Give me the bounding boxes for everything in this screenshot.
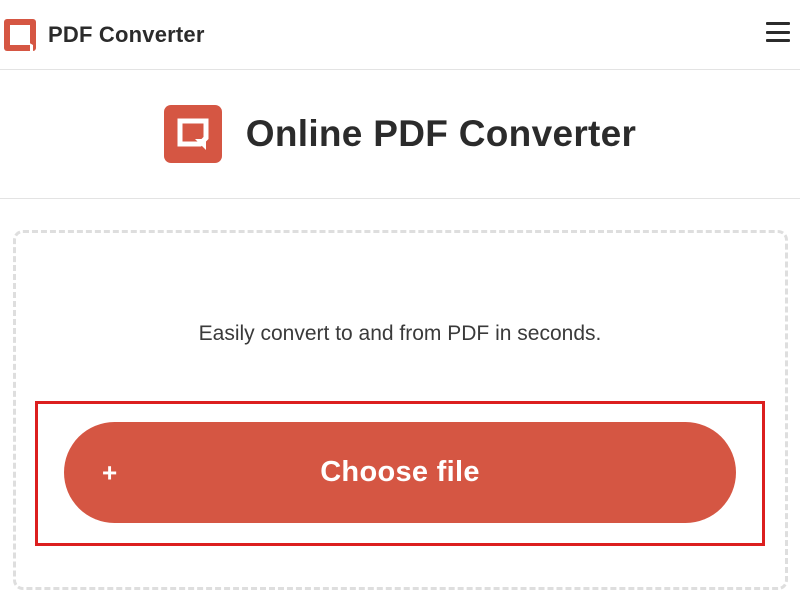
pdf-converter-logo-icon bbox=[163, 105, 222, 163]
brand-name: PDF Converter bbox=[48, 21, 205, 47]
hamburger-menu-icon[interactable] bbox=[766, 20, 790, 44]
plus-icon: + bbox=[102, 457, 118, 487]
choose-file-label: Choose file bbox=[320, 456, 480, 488]
top-bar: PDF Converter bbox=[0, 0, 800, 70]
page-title: Online PDF Converter bbox=[245, 113, 637, 154]
choose-file-button[interactable]: + Choose file bbox=[64, 422, 736, 523]
pdf-converter-logo-icon bbox=[4, 18, 36, 51]
tagline: Easily convert to and from PDF in second… bbox=[198, 322, 602, 345]
brand[interactable]: PDF Converter bbox=[4, 18, 205, 51]
hero-section: Online PDF Converter bbox=[0, 70, 800, 199]
